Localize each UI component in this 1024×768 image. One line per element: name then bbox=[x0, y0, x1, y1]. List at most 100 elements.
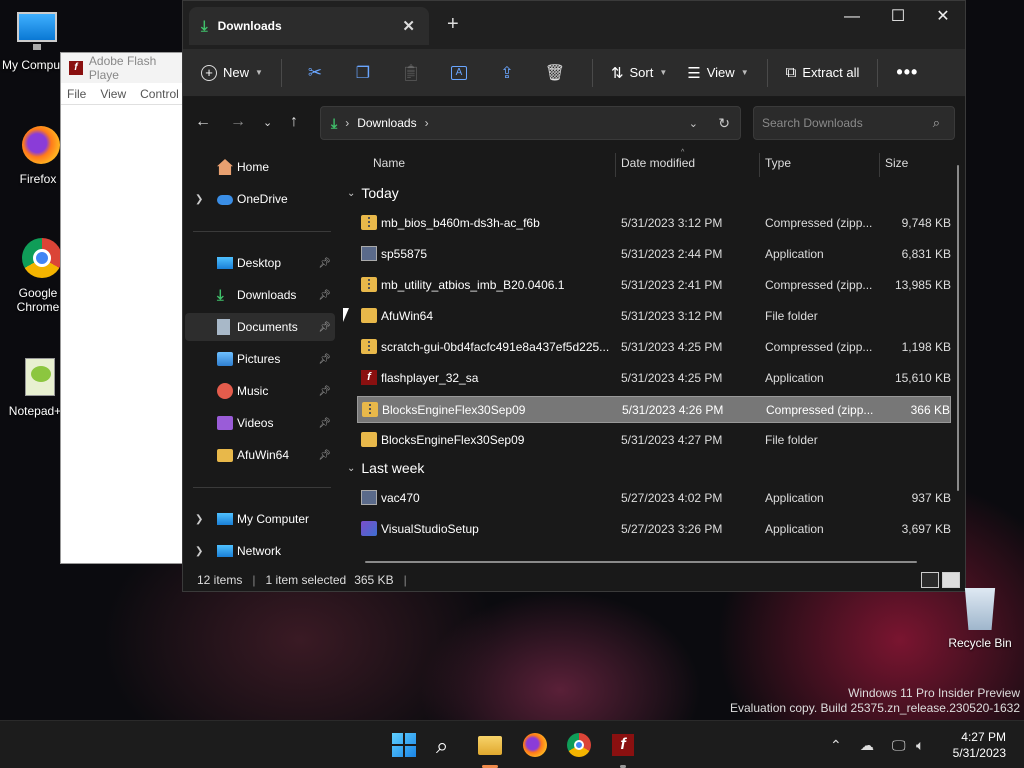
more-options-button[interactable]: ••• bbox=[896, 62, 918, 83]
chevron-right-icon[interactable]: ❯ bbox=[195, 546, 203, 557]
file-row[interactable]: vac470 5/27/2023 4:02 PM Application 937 KB bbox=[357, 485, 951, 512]
cut-button[interactable]: ✂ bbox=[300, 58, 330, 88]
sidebar-item-pictures[interactable]: Pictures 📌︎ bbox=[185, 345, 335, 373]
group-header-today[interactable]: ⌄ Today bbox=[347, 185, 399, 201]
file-size: 6,831 KB bbox=[901, 247, 951, 261]
taskbar-firefox[interactable] bbox=[521, 731, 549, 759]
vertical-scrollbar[interactable] bbox=[957, 165, 959, 491]
status-divider: | bbox=[252, 573, 256, 587]
pin-icon[interactable]: 📌︎ bbox=[318, 290, 331, 301]
flash-titlebar[interactable]: f Adobe Flash Playe bbox=[61, 53, 189, 83]
extract-all-button[interactable]: ⧉ Extract all bbox=[786, 64, 860, 81]
sort-button[interactable]: ⇅ Sort ▼ bbox=[611, 64, 667, 82]
file-row[interactable]: BlocksEngineFlex30Sep09 5/31/2023 4:26 PM… bbox=[357, 396, 951, 423]
sidebar-item-downloads[interactable]: ⤓ Downloads 📌︎ bbox=[185, 281, 335, 309]
clock[interactable]: 4:27 PM 5/31/2023 bbox=[953, 729, 1006, 761]
column-divider[interactable] bbox=[879, 153, 880, 177]
sidebar-item-onedrive[interactable]: ❯ OneDrive bbox=[185, 185, 335, 213]
rename-button[interactable]: A bbox=[444, 58, 474, 88]
rename-icon: A bbox=[450, 65, 467, 80]
file-name: AfuWin64 bbox=[381, 309, 434, 323]
flash-menu-control[interactable]: Control bbox=[140, 87, 179, 101]
show-hidden-icons-button[interactable]: ⌃ bbox=[830, 737, 842, 754]
volume-icon[interactable]: 🔈︎ bbox=[916, 737, 924, 754]
sidebar-item-videos[interactable]: Videos 📌︎ bbox=[185, 409, 335, 437]
sidebar-item-home[interactable]: Home bbox=[185, 153, 335, 181]
taskbar-file-explorer[interactable] bbox=[476, 731, 504, 768]
search-button[interactable]: ⌕ bbox=[433, 731, 461, 759]
desktop-icon-recycle-bin[interactable]: Recycle Bin bbox=[940, 588, 1020, 650]
address-history-dropdown[interactable]: ⌄ bbox=[689, 117, 698, 130]
breadcrumb-downloads[interactable]: Downloads bbox=[357, 116, 416, 130]
taskbar-flash-player[interactable]: f bbox=[609, 731, 637, 768]
refresh-button[interactable]: ↻ bbox=[718, 115, 730, 132]
file-row[interactable]: VisualStudioSetup 5/27/2023 3:26 PM Applic… bbox=[357, 516, 951, 543]
sidebar-item-music[interactable]: Music 📌︎ bbox=[185, 377, 335, 405]
column-header-name[interactable]: Name bbox=[373, 147, 405, 179]
zip-icon bbox=[361, 277, 377, 292]
search-placeholder: Search Downloads bbox=[762, 116, 863, 130]
copy-button[interactable]: ❐ bbox=[348, 58, 378, 88]
sidebar-item-desktop[interactable]: Desktop 📌︎ bbox=[185, 249, 335, 277]
sidebar-item-documents[interactable]: Documents 📌︎ bbox=[185, 313, 335, 341]
sidebar-item-my-computer[interactable]: ❯ My Computer bbox=[185, 505, 335, 533]
up-button[interactable]: ↑ bbox=[290, 113, 298, 131]
tiles-view-button[interactable] bbox=[942, 572, 960, 588]
network-icon[interactable]: 🖵︎ bbox=[892, 737, 906, 754]
plus-circle-icon: + bbox=[201, 64, 217, 81]
column-divider[interactable] bbox=[615, 153, 616, 177]
paste-button[interactable]: 📋︎ bbox=[396, 58, 426, 88]
start-button[interactable] bbox=[390, 731, 418, 759]
ellipsis-icon: ••• bbox=[896, 62, 919, 82]
network-disconnected-icon[interactable]: ☁ bbox=[860, 737, 874, 754]
taskbar-chrome[interactable] bbox=[565, 731, 593, 759]
recent-locations-button[interactable]: ⌄ bbox=[263, 116, 272, 129]
column-header-size[interactable]: Size bbox=[885, 147, 908, 179]
sidebar-divider bbox=[193, 231, 331, 232]
close-tab-icon[interactable]: ✕ bbox=[402, 17, 415, 35]
pin-icon[interactable]: 📌︎ bbox=[318, 258, 331, 269]
file-row[interactable]: sp55875 5/31/2023 2:44 PM Application 6,831… bbox=[357, 241, 951, 268]
details-view-button[interactable] bbox=[921, 572, 939, 588]
new-button[interactable]: + New ▼ bbox=[201, 64, 263, 81]
file-row[interactable]: BlocksEngineFlex30Sep09 5/31/2023 4:27 PM… bbox=[357, 427, 951, 454]
group-label: Last week bbox=[361, 460, 425, 476]
sidebar-item-network[interactable]: ❯ Network bbox=[185, 537, 335, 565]
flash-menu-view[interactable]: View bbox=[100, 87, 126, 101]
file-row[interactable]: f flashplayer_32_sa 5/31/2023 4:25 PM Appli… bbox=[357, 365, 951, 392]
sidebar-item-afuwin64[interactable]: AfuWin64 📌︎ bbox=[185, 441, 335, 469]
pin-icon[interactable]: 📌︎ bbox=[318, 322, 331, 333]
address-bar[interactable]: ⤓ › Downloads › ⌄ ↻ bbox=[320, 106, 741, 140]
view-button[interactable]: ☰ View ▼ bbox=[687, 64, 748, 82]
share-button[interactable]: ⇪ bbox=[492, 58, 522, 88]
delete-button[interactable]: 🗑︎ bbox=[540, 58, 570, 88]
file-row[interactable]: mb_utility_atbios_imb_B20.0406.1 5/31/202… bbox=[357, 272, 951, 299]
flash-player-window[interactable]: f Adobe Flash Playe File View Control bbox=[60, 52, 190, 564]
pin-icon[interactable]: 📌︎ bbox=[318, 418, 331, 429]
file-date-modified: 5/31/2023 3:12 PM bbox=[621, 216, 723, 230]
minimize-button[interactable]: — bbox=[829, 5, 875, 33]
column-header-type[interactable]: Type bbox=[765, 147, 791, 179]
group-header-last-week[interactable]: ⌄ Last week bbox=[347, 460, 424, 476]
pin-icon[interactable]: 📌︎ bbox=[318, 450, 331, 461]
file-row[interactable]: scratch-gui-0bd4facfc491e8a437ef5d225...… bbox=[357, 334, 951, 361]
file-row[interactable]: AfuWin64 5/31/2023 3:12 PM File folder bbox=[357, 303, 951, 330]
file-row[interactable]: mb_bios_b460m-ds3h-ac_f6b 5/31/2023 3:12 … bbox=[357, 210, 951, 237]
tab-downloads[interactable]: ⤓ Downloads ✕ bbox=[189, 7, 429, 45]
chevron-right-icon[interactable]: ❯ bbox=[195, 194, 203, 205]
maximize-button[interactable]: ☐ bbox=[875, 5, 921, 33]
desktop-icon bbox=[217, 257, 233, 269]
status-divider: | bbox=[403, 573, 407, 587]
flash-menu-file[interactable]: File bbox=[67, 87, 86, 101]
chevron-right-icon[interactable]: ❯ bbox=[195, 514, 203, 525]
close-window-button[interactable]: ✕ bbox=[920, 5, 966, 33]
pin-icon[interactable]: 📌︎ bbox=[318, 354, 331, 365]
forward-button[interactable]: → bbox=[230, 113, 246, 131]
back-button[interactable]: ← bbox=[195, 113, 211, 131]
pin-icon[interactable]: 📌︎ bbox=[318, 386, 331, 397]
horizontal-scrollbar[interactable] bbox=[365, 561, 917, 563]
search-input[interactable]: Search Downloads ⌕ bbox=[753, 106, 955, 140]
document-icon bbox=[217, 319, 230, 335]
new-tab-button[interactable]: + bbox=[447, 13, 459, 36]
column-divider[interactable] bbox=[759, 153, 760, 177]
